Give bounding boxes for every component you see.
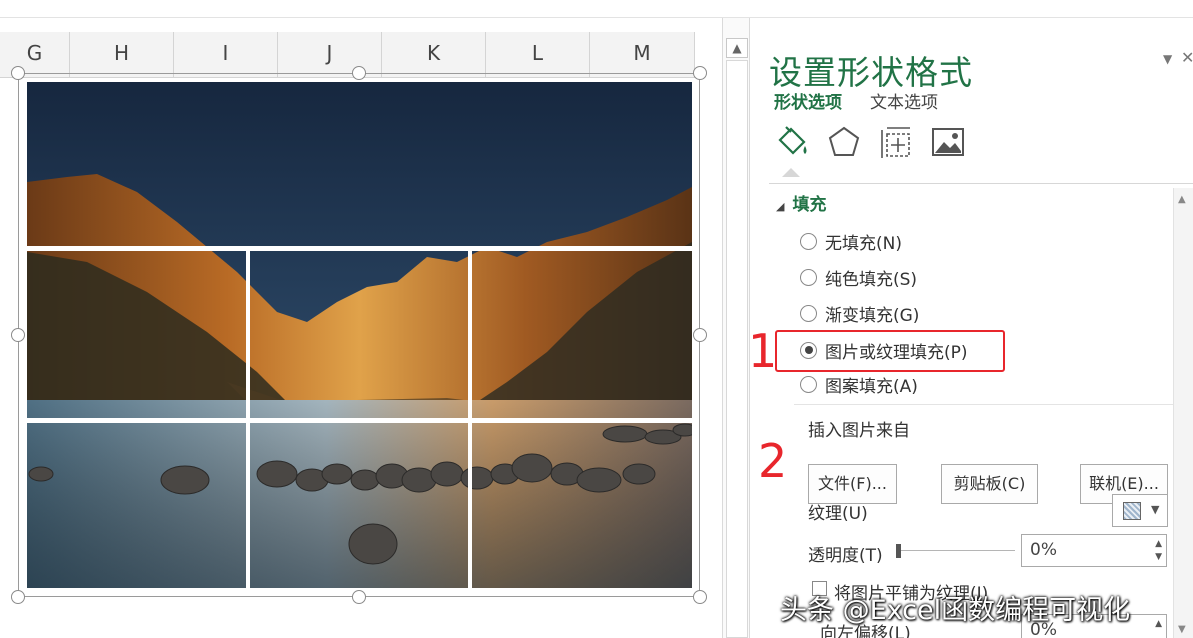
column-header-l[interactable]: L <box>486 32 590 78</box>
fill-section-title: 填充 <box>792 195 827 215</box>
resize-handle-bottom-center[interactable] <box>352 590 366 604</box>
radio-gradient-fill[interactable]: 渐变填充(G) <box>800 301 920 326</box>
resize-handle-top-center[interactable] <box>352 66 366 80</box>
spin-down-icon[interactable]: ▼ <box>1155 553 1162 562</box>
watermark-text: 头条 @Excel函数编程可视化 <box>780 595 1131 626</box>
radio-no-fill[interactable]: 无填充(N) <box>800 229 902 254</box>
texture-label: 纹理(U) <box>808 504 868 524</box>
pane-title: 设置形状格式 <box>769 53 973 92</box>
transparency-value: 0% <box>1030 540 1057 560</box>
column-header-row: G H I J K L M <box>0 32 695 78</box>
column-header-m[interactable]: M <box>590 32 695 78</box>
scroll-track[interactable] <box>726 60 748 638</box>
title-strip <box>0 0 1193 18</box>
landscape-image <box>27 82 692 588</box>
section-divider <box>794 404 1173 405</box>
column-header-i[interactable]: I <box>174 32 278 78</box>
radio-button[interactable] <box>800 232 817 250</box>
fill-section-header[interactable]: ◢ 填充 <box>776 190 826 215</box>
radio-label: 渐变填充(G) <box>825 305 920 326</box>
transparency-spinner[interactable]: 0% ▲ ▼ <box>1021 534 1167 567</box>
tab-shape-options[interactable]: 形状选项 <box>774 88 842 113</box>
scroll-up-arrow-icon[interactable]: ▲ <box>726 38 748 58</box>
resize-handle-top-left[interactable] <box>11 66 25 80</box>
pane-close-icon[interactable]: ✕ <box>1181 48 1193 67</box>
format-shape-pane: 设置形状格式 ▼ ✕ 形状选项 文本选项 ▲ ▼ ◢ 填充 无填充(N) 纯色填… <box>752 18 1193 638</box>
pane-scrollbar[interactable]: ▲ ▼ <box>1173 188 1193 638</box>
column-header-h[interactable]: H <box>70 32 174 78</box>
transparency-label: 透明度(T) <box>808 546 883 566</box>
radio-pattern-fill[interactable]: 图案填充(A) <box>800 372 918 397</box>
resize-handle-top-right[interactable] <box>693 66 707 80</box>
insert-picture-from-label: 插入图片来自 <box>808 421 910 441</box>
resize-handle-middle-right[interactable] <box>693 328 707 342</box>
radio-label: 图案填充(A) <box>825 376 918 397</box>
step-number-1: 1 <box>748 324 778 378</box>
radio-button[interactable] <box>800 375 817 393</box>
sheet-vertical-scrollbar[interactable]: ▲ <box>722 18 750 638</box>
pane-options-dropdown-icon[interactable]: ▼ <box>1163 52 1172 66</box>
radio-label: 无填充(N) <box>825 233 902 254</box>
transparency-slider-track[interactable] <box>901 550 1015 551</box>
effects-pentagon-icon[interactable] <box>826 124 862 160</box>
column-header-j[interactable]: J <box>278 32 382 78</box>
step-number-2: 2 <box>758 434 788 488</box>
file-button[interactable]: 文件(F)... <box>808 464 897 504</box>
pane-scroll-up-icon[interactable]: ▲ <box>1178 194 1186 205</box>
grid-picture[interactable] <box>27 82 692 588</box>
radio-solid-fill[interactable]: 纯色填充(S) <box>800 265 918 290</box>
category-divider <box>769 183 1193 184</box>
chevron-down-icon: ▼ <box>1151 503 1160 516</box>
column-header-k[interactable]: K <box>382 32 486 78</box>
radio-button[interactable] <box>800 304 817 322</box>
resize-handle-middle-left[interactable] <box>11 328 25 342</box>
picture-icon[interactable] <box>930 124 966 160</box>
highlight-box-picture-fill <box>775 330 1005 372</box>
spin-up-icon[interactable]: ▲ <box>1155 540 1162 549</box>
clipboard-button[interactable]: 剪贴板(C) <box>941 464 1038 504</box>
tab-text-options[interactable]: 文本选项 <box>870 88 938 113</box>
resize-handle-bottom-right[interactable] <box>693 590 707 604</box>
radio-button[interactable] <box>800 268 817 286</box>
texture-swatch-icon <box>1123 502 1141 520</box>
fill-line-icon[interactable] <box>774 124 810 160</box>
category-pointer <box>782 168 800 177</box>
spin-up-icon[interactable]: ▲ <box>1155 620 1162 629</box>
pane-scroll-down-icon[interactable]: ▼ <box>1178 624 1186 635</box>
radio-label: 纯色填充(S) <box>825 269 918 290</box>
size-properties-icon[interactable] <box>879 124 915 160</box>
texture-dropdown[interactable]: ▼ <box>1112 494 1168 527</box>
resize-handle-bottom-left[interactable] <box>11 590 25 604</box>
transparency-slider-thumb[interactable] <box>896 544 901 558</box>
collapse-triangle-icon[interactable]: ◢ <box>776 200 784 213</box>
